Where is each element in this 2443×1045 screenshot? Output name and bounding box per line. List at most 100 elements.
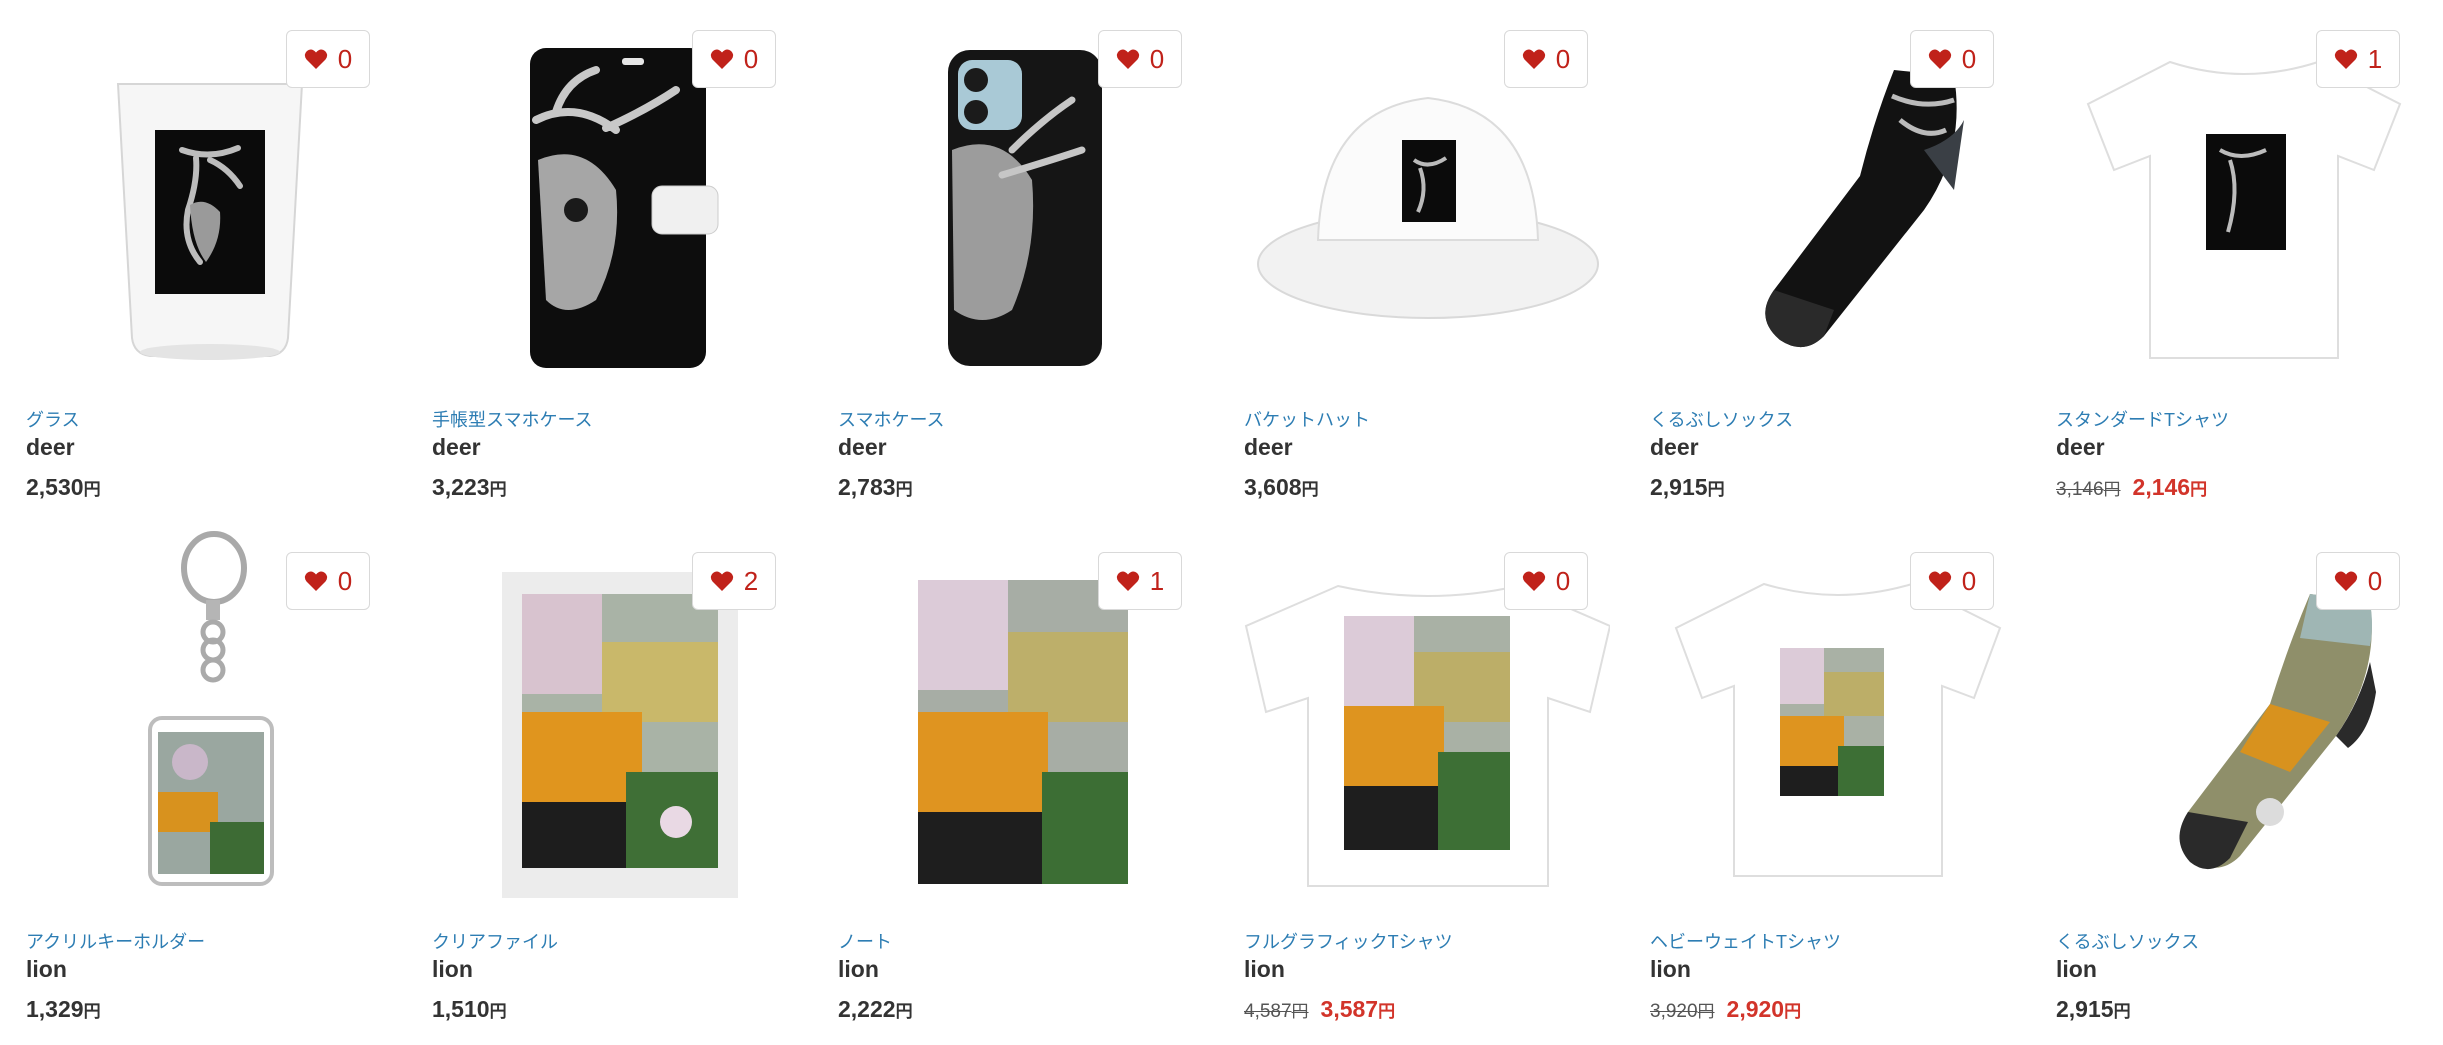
product-category-link[interactable]: 手帳型スマホケース <box>432 406 593 432</box>
heart-icon <box>2334 49 2357 69</box>
product-name[interactable]: lion <box>2056 956 2097 983</box>
like-count: 0 <box>337 43 353 74</box>
product-name[interactable]: lion <box>838 956 879 983</box>
like-count: 0 <box>1555 565 1571 596</box>
heart-icon <box>1928 571 1951 591</box>
product-name[interactable]: deer <box>26 434 75 461</box>
like-count: 0 <box>1961 565 1977 596</box>
product-category-link[interactable]: フルグラフィックTシャツ <box>1244 928 1453 954</box>
heart-icon <box>1116 571 1139 591</box>
product-name[interactable]: deer <box>1244 434 1293 461</box>
product-category-link[interactable]: アクリルキーホルダー <box>26 928 205 954</box>
product-price: 3,223円 <box>432 474 507 501</box>
like-button[interactable]: 0 <box>286 552 370 610</box>
like-button[interactable]: 0 <box>1504 552 1588 610</box>
product-category-link[interactable]: くるぶしソックス <box>1650 406 1793 432</box>
like-button[interactable]: 1 <box>1098 552 1182 610</box>
product-name[interactable]: lion <box>26 956 67 983</box>
like-button[interactable]: 0 <box>692 30 776 88</box>
heart-icon <box>1116 49 1139 69</box>
product-name[interactable]: deer <box>2056 434 2105 461</box>
product-card[interactable]: 0 手帳型スマホケース deer 3,223円 <box>406 0 798 520</box>
like-button[interactable]: 1 <box>2316 30 2400 88</box>
product-category-link[interactable]: スマホケース <box>838 406 945 432</box>
heart-icon <box>710 49 733 69</box>
product-card[interactable]: 0 くるぶしソックス lion 2,915円 <box>2030 522 2422 1042</box>
product-price: 1,510円 <box>432 996 507 1023</box>
like-count: 0 <box>743 43 759 74</box>
product-name[interactable]: lion <box>432 956 473 983</box>
like-count: 0 <box>1149 43 1165 74</box>
current-price: 2,530円 <box>26 474 101 500</box>
product-card[interactable]: 1 スタンダードTシャツ deer 3,146円 2,146円 <box>2030 0 2422 520</box>
like-button[interactable]: 0 <box>1098 30 1182 88</box>
like-count: 0 <box>1555 43 1571 74</box>
like-button[interactable]: 2 <box>692 552 776 610</box>
product-price: 2,783円 <box>838 474 913 501</box>
product-card[interactable]: 0 アクリルキーホルダー lion 1,329円 <box>0 522 392 1042</box>
product-card[interactable]: 0 バケットハット deer 3,608円 <box>1218 0 1610 520</box>
product-card[interactable]: 1 ノート lion 2,222円 <box>812 522 1204 1042</box>
heart-icon <box>2334 571 2357 591</box>
original-price: 3,920円 <box>1650 1001 1715 1022</box>
product-card[interactable]: 0 フルグラフィックTシャツ lion 4,587円 3,587円 <box>1218 522 1610 1042</box>
like-count: 0 <box>1961 43 1977 74</box>
current-price: 1,510円 <box>432 996 507 1022</box>
product-price: 3,608円 <box>1244 474 1319 501</box>
product-category-link[interactable]: ノート <box>838 928 892 954</box>
product-category-link[interactable]: バケットハット <box>1244 406 1370 432</box>
product-card[interactable]: 0 くるぶしソックス deer 2,915円 <box>1624 0 2016 520</box>
heart-icon <box>1522 49 1545 69</box>
heart-icon <box>710 571 733 591</box>
original-price: 3,146円 <box>2056 479 2121 500</box>
sale-price: 2,920円 <box>1726 996 1802 1022</box>
product-price: 2,915円 <box>2056 996 2131 1023</box>
product-price: 4,587円 3,587円 <box>1244 996 1395 1023</box>
product-price: 3,920円 2,920円 <box>1650 996 1801 1023</box>
like-count: 1 <box>1149 565 1165 596</box>
product-price: 2,530円 <box>26 474 101 501</box>
like-button[interactable]: 0 <box>2316 552 2400 610</box>
product-price: 2,222円 <box>838 996 913 1023</box>
product-name[interactable]: deer <box>1650 434 1699 461</box>
current-price: 2,915円 <box>2056 996 2131 1022</box>
current-price: 2,783円 <box>838 474 913 500</box>
heart-icon <box>304 49 327 69</box>
product-card[interactable]: 0 グラス deer 2,530円 <box>0 0 392 520</box>
like-count: 2 <box>743 565 759 596</box>
current-price: 3,608円 <box>1244 474 1319 500</box>
product-card[interactable]: 2 クリアファイル lion 1,510円 <box>406 522 798 1042</box>
product-category-link[interactable]: クリアファイル <box>432 928 558 954</box>
like-button[interactable]: 0 <box>1910 30 1994 88</box>
original-price: 4,587円 <box>1244 1001 1309 1022</box>
current-price: 3,223円 <box>432 474 507 500</box>
heart-icon <box>1522 571 1545 591</box>
product-card[interactable]: 0 ヘビーウェイトTシャツ lion 3,920円 2,920円 <box>1624 522 2016 1042</box>
like-count: 1 <box>2367 43 2383 74</box>
product-name[interactable]: lion <box>1244 956 1285 983</box>
sale-price: 2,146円 <box>2132 474 2208 500</box>
product-name[interactable]: deer <box>432 434 481 461</box>
current-price: 1,329円 <box>26 996 101 1022</box>
current-price: 2,222円 <box>838 996 913 1022</box>
like-button[interactable]: 0 <box>286 30 370 88</box>
like-count: 0 <box>337 565 353 596</box>
like-count: 0 <box>2367 565 2383 596</box>
product-category-link[interactable]: くるぶしソックス <box>2056 928 2199 954</box>
product-card[interactable]: 0 スマホケース deer 2,783円 <box>812 0 1204 520</box>
product-price: 1,329円 <box>26 996 101 1023</box>
sale-price: 3,587円 <box>1320 996 1396 1022</box>
heart-icon <box>1928 49 1951 69</box>
product-price: 3,146円 2,146円 <box>2056 474 2207 501</box>
product-name[interactable]: deer <box>838 434 887 461</box>
product-name[interactable]: lion <box>1650 956 1691 983</box>
product-category-link[interactable]: グラス <box>26 406 80 432</box>
product-category-link[interactable]: スタンダードTシャツ <box>2056 406 2229 432</box>
product-category-link[interactable]: ヘビーウェイトTシャツ <box>1650 928 1841 954</box>
current-price: 2,915円 <box>1650 474 1725 500</box>
like-button[interactable]: 0 <box>1910 552 1994 610</box>
like-button[interactable]: 0 <box>1504 30 1588 88</box>
product-grid: 0 グラス deer 2,530円 0 手帳型スマホケース deer 3,223… <box>0 0 2443 1045</box>
product-price: 2,915円 <box>1650 474 1725 501</box>
heart-icon <box>304 571 327 591</box>
